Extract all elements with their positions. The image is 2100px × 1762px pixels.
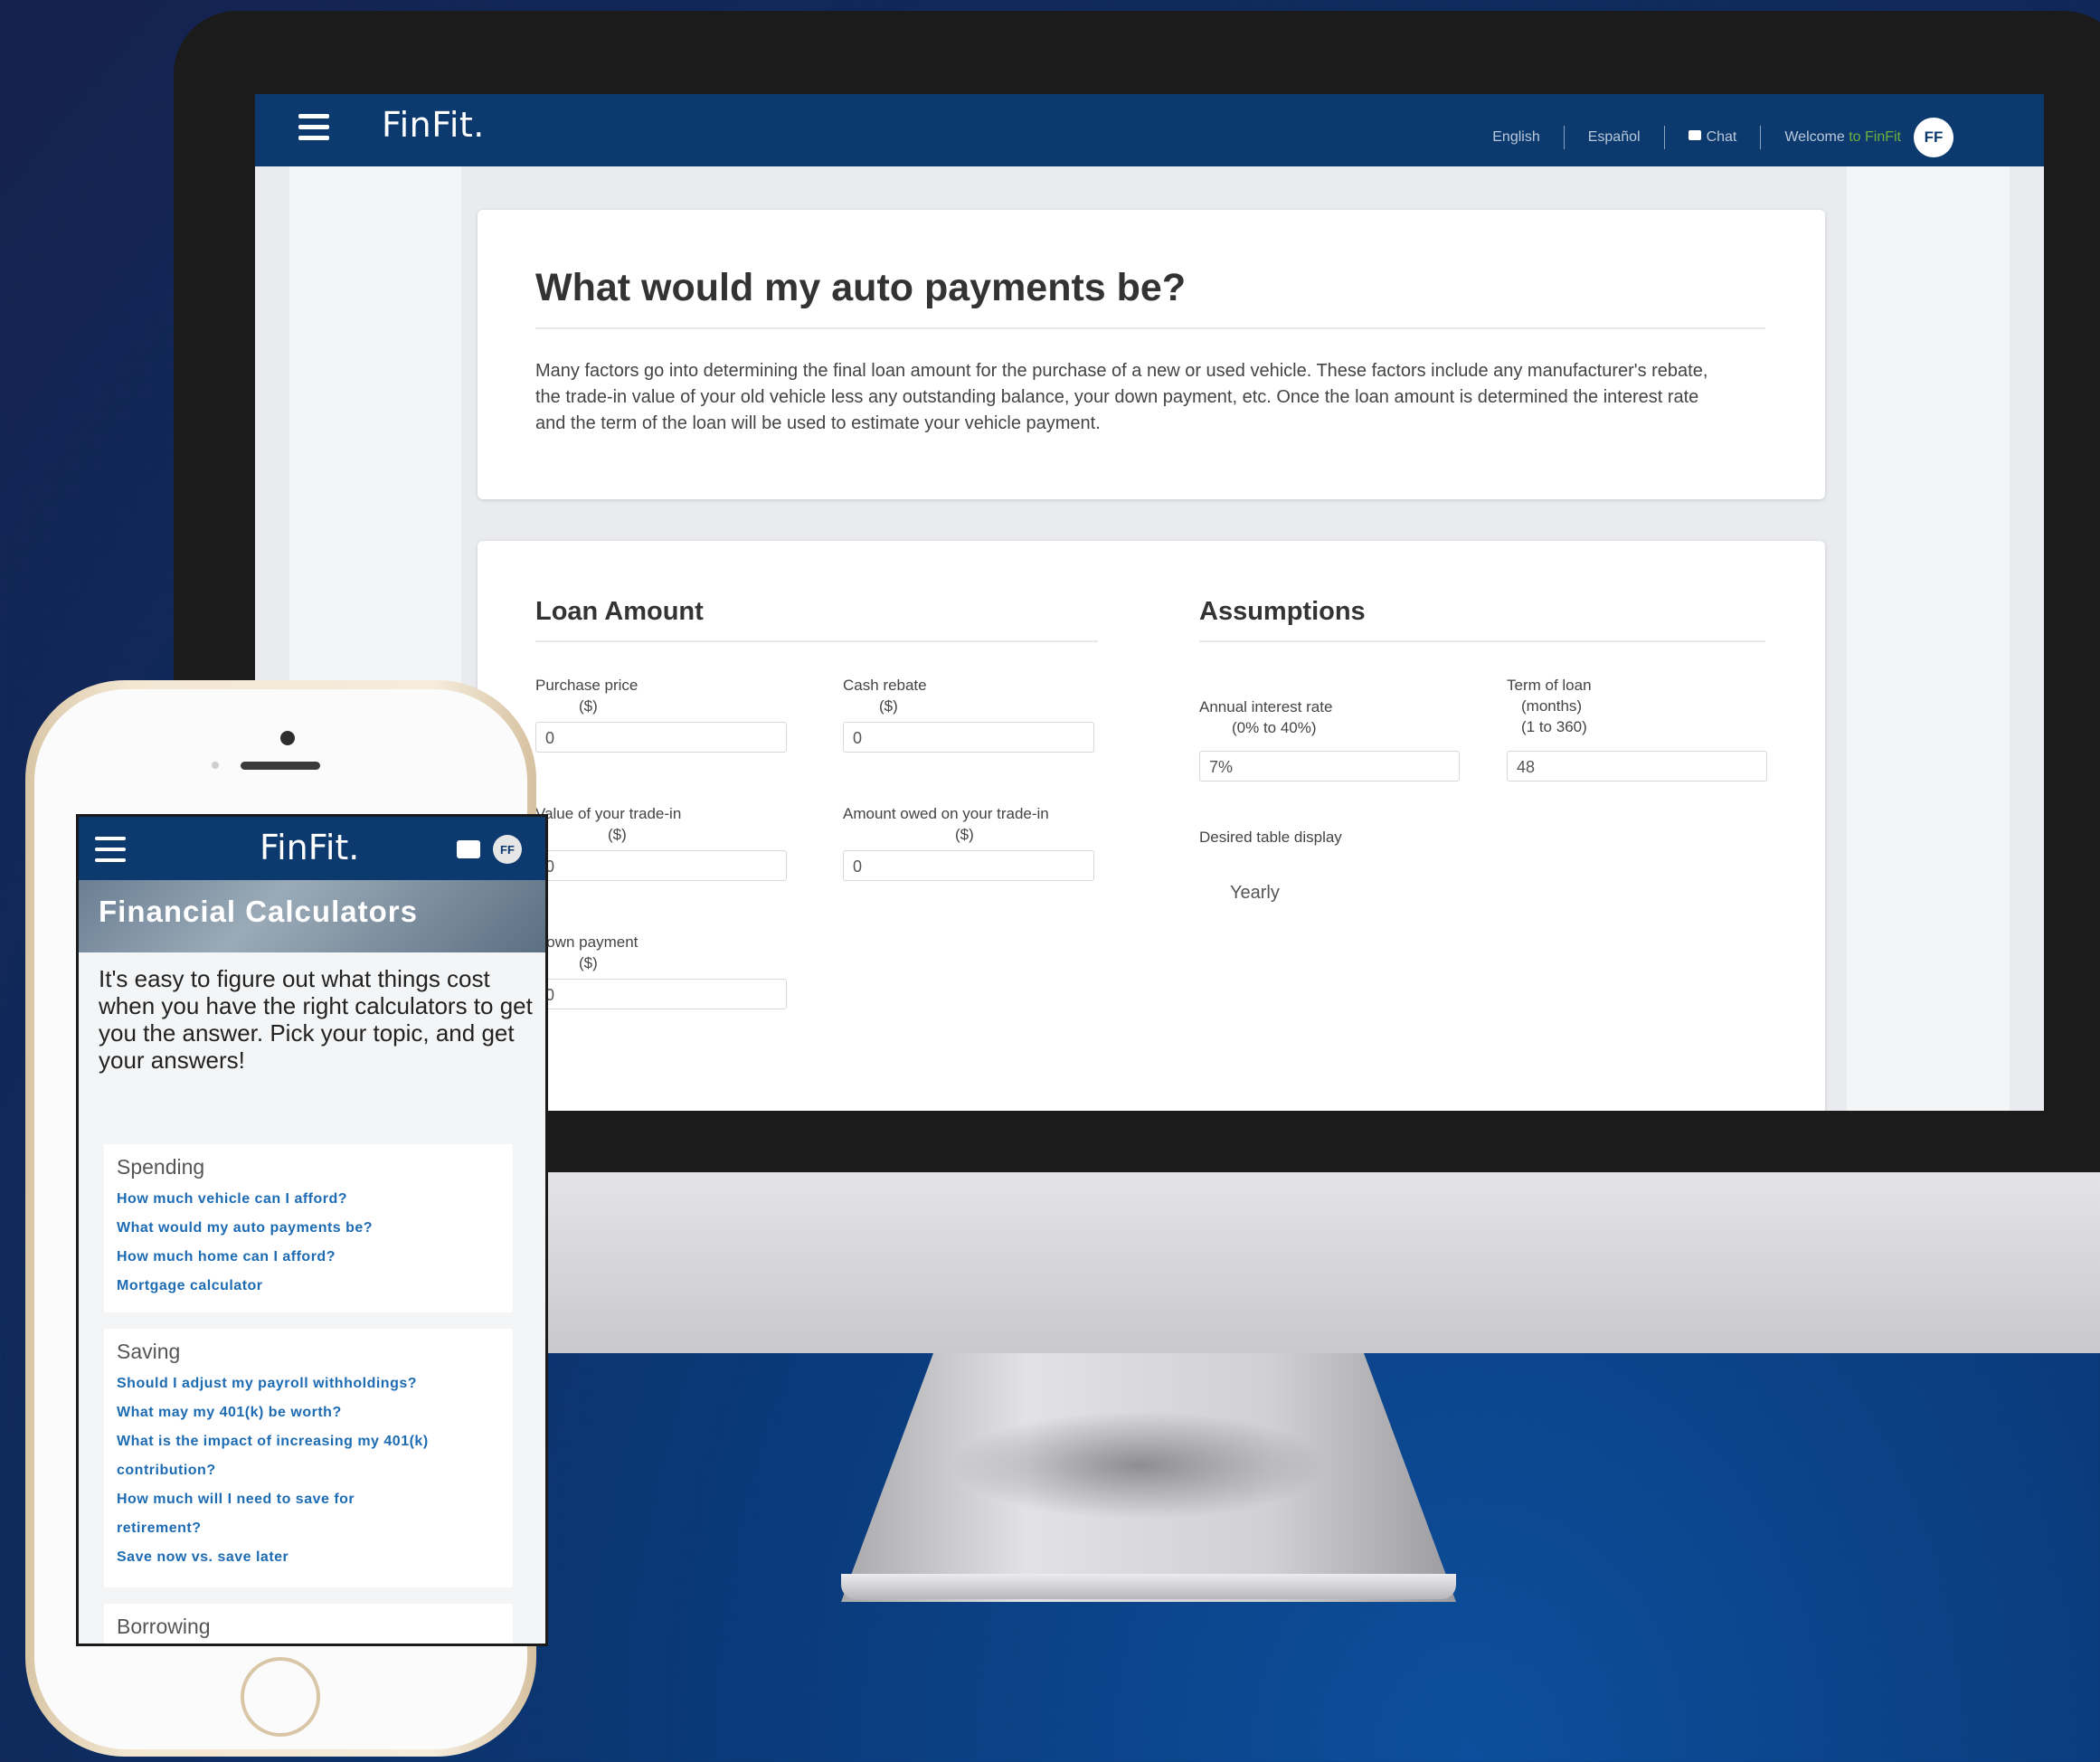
down-payment-label-text: Down payment: [535, 933, 639, 951]
welcome-text: Welcome to FinFit: [1784, 129, 1901, 146]
front-camera: [280, 731, 295, 745]
mobile-hero-title: Financial Calculators: [99, 895, 418, 928]
mobile-finfit-logo[interactable]: FinFit.: [260, 828, 359, 867]
assumptions-heading: Assumptions: [1199, 597, 1366, 626]
amount-owed-unit: ($): [955, 826, 974, 843]
mobile-user-avatar[interactable]: FF: [493, 835, 522, 864]
borrowing-title: Borrowing: [117, 1615, 211, 1638]
amount-owed-label-text: Amount owed on your trade-in: [843, 805, 1049, 822]
menu-icon[interactable]: [298, 114, 329, 145]
link-401k-increase-cont[interactable]: contribution?: [117, 1463, 216, 1479]
link-home-afford[interactable]: How much home can I afford?: [117, 1249, 336, 1265]
link-payroll-withholdings[interactable]: Should I adjust my payroll withholdings?: [117, 1376, 417, 1392]
chat-icon: [1688, 130, 1701, 141]
interest-rate-range: (0% to 40%): [1232, 719, 1317, 736]
welcome-prefix: Welcome: [1784, 129, 1845, 145]
assumptions-divider: [1199, 640, 1765, 642]
table-display-label: Desired table display: [1199, 829, 1342, 846]
spending-section: Spending How much vehicle can I afford? …: [104, 1144, 513, 1312]
intro-card: What would my auto payments be? Many fac…: [478, 210, 1825, 499]
loan-amount-heading: Loan Amount: [535, 597, 704, 626]
welcome-brand: to FinFit: [1849, 129, 1901, 145]
cash-rebate-unit: ($): [879, 697, 898, 715]
down-payment-unit: ($): [579, 954, 598, 971]
title-divider: [535, 327, 1765, 329]
link-save-retirement-cont[interactable]: retirement?: [117, 1520, 202, 1537]
saving-section: Saving Should I adjust my payroll withho…: [104, 1329, 513, 1587]
calculator-card: Loan Amount Purchase price ($) 0 Cash re…: [478, 541, 1825, 1111]
page-title: What would my auto payments be?: [535, 266, 1187, 309]
link-save-now-later[interactable]: Save now vs. save later: [117, 1549, 289, 1566]
amount-owed-input[interactable]: 0: [843, 850, 1094, 881]
chat-label: Chat: [1706, 129, 1737, 145]
finfit-logo[interactable]: FinFit.: [382, 105, 485, 145]
nav-divider: [1663, 126, 1665, 149]
cash-rebate-label: Cash rebate ($): [843, 675, 927, 716]
down-payment-label: Down payment ($): [535, 932, 638, 973]
monitor-stand-base: [841, 1574, 1456, 1599]
term-of-loan-label: Term of loan (months) (1 to 360): [1507, 675, 1592, 737]
intro-text: Many factors go into determining the fin…: [535, 361, 1708, 433]
term-of-loan-label-text: Term of loan: [1507, 677, 1592, 694]
cash-rebate-input[interactable]: 0: [843, 722, 1094, 753]
purchase-price-label-text: Purchase price: [535, 677, 639, 694]
trade-in-value-input[interactable]: 0: [535, 850, 787, 881]
right-gutter: [1847, 166, 2010, 1111]
phone-face: FinFit. FF Financial Calculators It's ea…: [34, 689, 548, 1749]
mobile-hero-banner: Financial Calculators: [79, 880, 545, 952]
borrowing-section: Borrowing: [104, 1604, 513, 1644]
mobile-navbar: FinFit. FF: [79, 817, 545, 880]
proximity-sensor: [212, 762, 219, 769]
chat-link[interactable]: Chat: [1688, 129, 1737, 146]
interest-rate-input[interactable]: 7%: [1199, 751, 1460, 782]
link-save-retirement[interactable]: How much will I need to save for: [117, 1492, 355, 1508]
interest-rate-label-text: Annual interest rate: [1199, 698, 1333, 715]
home-button[interactable]: [241, 1657, 320, 1737]
earpiece-speaker: [241, 762, 320, 770]
purchase-price-label: Purchase price ($): [535, 675, 638, 716]
link-auto-payments[interactable]: What would my auto payments be?: [117, 1220, 373, 1236]
stand-shadow: [950, 1411, 1329, 1520]
table-display-select[interactable]: Yearly: [1230, 883, 1280, 904]
mobile-chat-icon[interactable]: [457, 840, 480, 858]
nav-divider: [1760, 126, 1762, 149]
top-nav: English Español Chat Welcome to FinFit F…: [1492, 118, 1953, 157]
down-payment-input[interactable]: 0: [535, 979, 787, 1009]
trade-in-value-label: Value of your trade-in ($): [535, 803, 681, 845]
mobile-menu-icon[interactable]: [95, 837, 126, 862]
interest-rate-label: Annual interest rate (0% to 40%): [1199, 696, 1332, 738]
saving-title: Saving: [117, 1340, 181, 1363]
term-of-loan-input[interactable]: 48: [1507, 751, 1767, 782]
user-avatar[interactable]: FF: [1914, 118, 1953, 157]
cash-rebate-label-text: Cash rebate: [843, 677, 927, 694]
loan-amount-divider: [535, 640, 1098, 642]
trade-in-value-unit: ($): [608, 826, 627, 843]
link-vehicle-afford[interactable]: How much vehicle can I afford?: [117, 1191, 347, 1208]
purchase-price-unit: ($): [579, 697, 598, 715]
spending-title: Spending: [117, 1155, 205, 1179]
term-of-loan-unit: (months): [1521, 697, 1583, 715]
link-401k-increase[interactable]: What is the impact of increasing my 401(…: [117, 1434, 429, 1450]
smartphone: FinFit. FF Financial Calculators It's ea…: [25, 680, 548, 1757]
language-espanol-link[interactable]: Español: [1588, 129, 1641, 146]
term-of-loan-range: (1 to 360): [1521, 718, 1587, 735]
mobile-intro-text: It's easy to figure out what things cost…: [99, 965, 533, 1074]
phone-screen: FinFit. FF Financial Calculators It's ea…: [76, 814, 548, 1646]
nav-divider: [1563, 126, 1565, 149]
desktop-navbar: FinFit. English Español Chat Welcome to …: [255, 94, 2044, 166]
link-401k-worth[interactable]: What may my 401(k) be worth?: [117, 1405, 342, 1421]
trade-in-value-label-text: Value of your trade-in: [535, 805, 682, 822]
purchase-price-input[interactable]: 0: [535, 722, 787, 753]
link-mortgage-calculator[interactable]: Mortgage calculator: [117, 1278, 263, 1294]
amount-owed-label: Amount owed on your trade-in ($): [843, 803, 1049, 845]
language-english-link[interactable]: English: [1492, 129, 1539, 146]
